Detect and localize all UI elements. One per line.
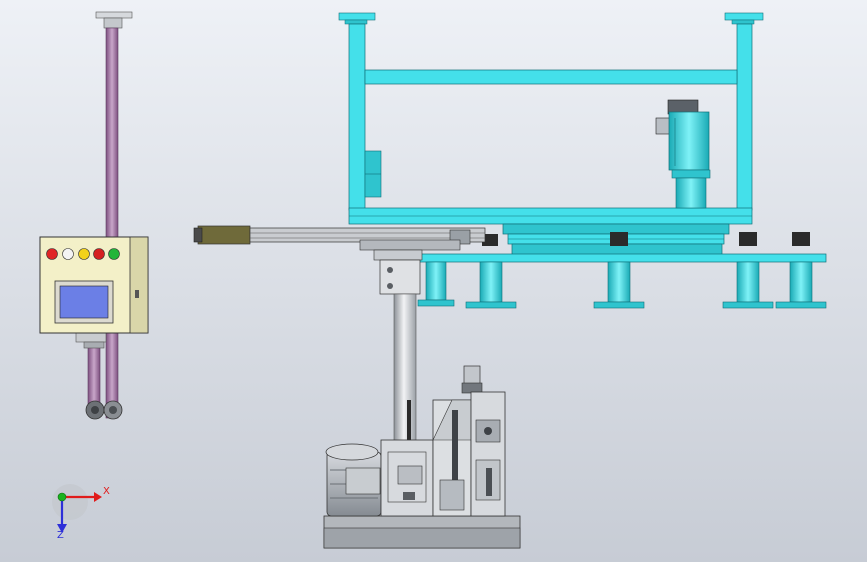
- column-clamp-bolt-1: [387, 267, 393, 273]
- column-shaft: [393, 293, 417, 445]
- pole-top-block: [103, 17, 123, 29]
- frame-post-left: [348, 23, 366, 211]
- red-button[interactable]: [93, 248, 105, 260]
- control-panel-side: [129, 236, 149, 334]
- arm-cylinder-cap: [193, 227, 203, 243]
- station-5-foot: [775, 301, 827, 309]
- emergency-stop-button[interactable]: [46, 248, 58, 260]
- triad-z-label: Z: [57, 530, 64, 541]
- frame-post-right: [736, 23, 753, 211]
- column-top-block: [373, 249, 423, 261]
- drive-motor-terminal: [345, 467, 381, 495]
- yellow-button[interactable]: [78, 248, 90, 260]
- vertical-cylinder-nut: [461, 382, 483, 394]
- pole-top-flange: [95, 11, 133, 19]
- drive-motor-end: [325, 443, 379, 461]
- gearbox-window: [397, 465, 423, 485]
- station-5-post: [789, 261, 813, 303]
- station-4-foot: [722, 301, 774, 309]
- servo-gearbox: [675, 177, 707, 209]
- station-3-foot: [593, 301, 645, 309]
- pole-elbow-left-hole: [91, 406, 99, 414]
- triad-origin-shadow: [52, 484, 88, 520]
- station-1-foot: [417, 299, 455, 307]
- machine-assembly-drawing[interactable]: [0, 0, 867, 562]
- pole-elbow-right-hole: [109, 406, 117, 414]
- slide-block: [439, 479, 465, 511]
- triad-y-axis: [57, 492, 67, 502]
- panel-bottom-gland-2: [83, 341, 105, 349]
- frame-flange-left: [338, 12, 376, 21]
- column-clamp-bolt-2: [387, 283, 393, 289]
- arm-hub: [359, 239, 461, 251]
- cad-viewport[interactable]: X Z: [0, 0, 867, 562]
- station-2-foot: [465, 301, 517, 309]
- green-button[interactable]: [108, 248, 120, 260]
- frame-crossbar-top: [364, 69, 738, 85]
- column-key: [407, 400, 411, 444]
- gearbox-bolt-1: [403, 492, 415, 500]
- arm-cylinder-body: [197, 225, 251, 245]
- purple-pole-main: [105, 27, 119, 419]
- frame-flange-right: [724, 12, 764, 21]
- station-4-clamp: [739, 232, 757, 246]
- frame-flange-right-base: [731, 19, 755, 25]
- column-clamp: [379, 259, 421, 295]
- turntable-plate: [412, 253, 827, 263]
- station-5-clamp: [792, 232, 810, 246]
- hmi-screen[interactable]: [59, 285, 109, 319]
- right-frame-slot: [486, 468, 492, 496]
- white-button[interactable]: [62, 248, 74, 260]
- station-3-clamp: [610, 232, 628, 246]
- triad-x-label: X: [103, 486, 110, 497]
- control-panel-latch: [135, 290, 139, 298]
- servo-flange: [671, 169, 711, 179]
- right-frame-bolt: [484, 427, 492, 435]
- base-plate-front: [323, 527, 521, 549]
- station-4-post: [736, 261, 760, 303]
- station-2-post: [479, 261, 503, 303]
- frame-flange-left-base: [344, 19, 368, 25]
- station-1-post: [425, 261, 447, 301]
- station-3-post: [607, 261, 631, 303]
